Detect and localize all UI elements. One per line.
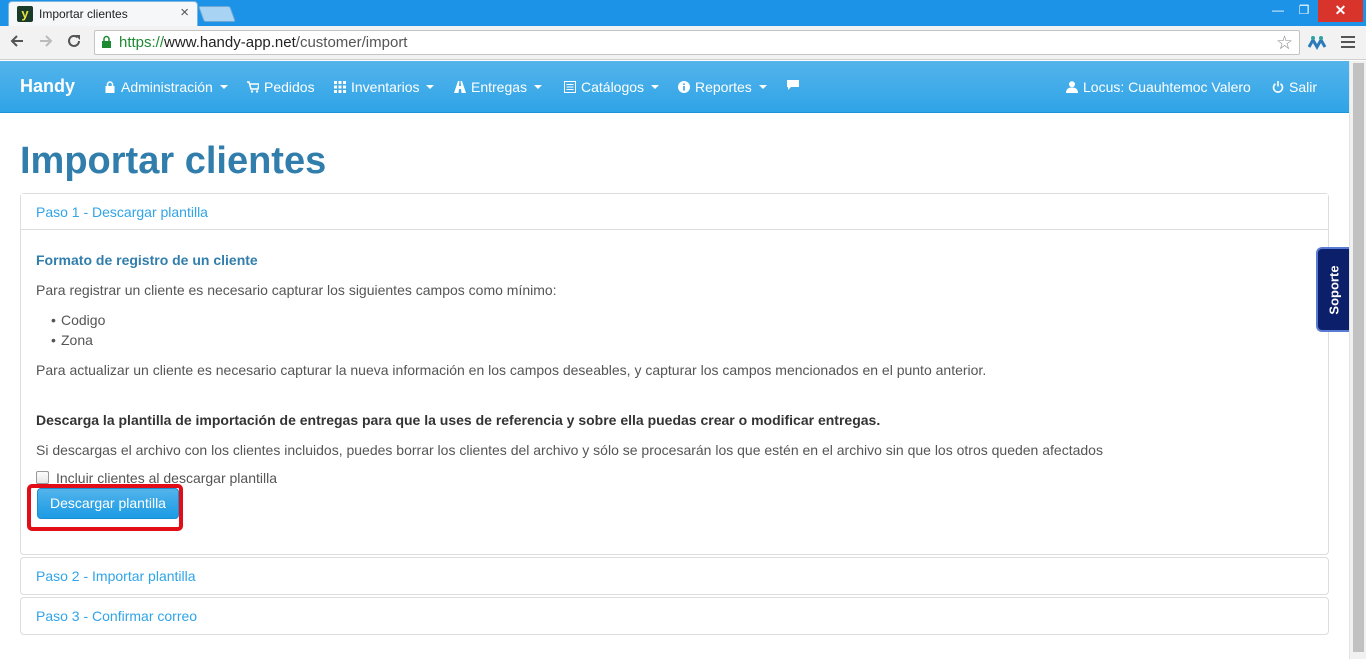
- nav-pedidos[interactable]: Pedidos: [247, 79, 315, 95]
- nav-messages[interactable]: [787, 79, 804, 91]
- tab-title: Importar clientes: [39, 7, 128, 21]
- nav-user[interactable]: Locus: Cuauhtemoc Valero: [1066, 79, 1251, 95]
- window-minimize-button[interactable]: —: [1266, 0, 1290, 22]
- scrollbar-thumb[interactable]: [1353, 63, 1364, 652]
- vertical-scrollbar[interactable]: [1349, 61, 1366, 659]
- nav-logout-label: Salir: [1289, 79, 1318, 95]
- page-viewport: Handy Administración Pedidos Inventarios…: [0, 61, 1349, 659]
- delete-note: Si descargas el archivo con los clientes…: [36, 442, 1103, 458]
- nav-inventarios-label: Inventarios: [351, 79, 420, 95]
- browser-menu-icon[interactable]: [1340, 33, 1356, 51]
- nav-entregas[interactable]: Entregas: [454, 79, 543, 95]
- nav-reportes[interactable]: Reportes: [678, 79, 767, 95]
- back-arrow-icon[interactable]: [7, 32, 27, 52]
- page-title: Importar clientes: [20, 140, 327, 182]
- list-icon: [564, 81, 576, 93]
- update-note: Para actualizar un cliente es necesario …: [36, 362, 987, 378]
- nav-logout[interactable]: Salir: [1272, 79, 1317, 95]
- window-maximize-button[interactable]: ❐: [1292, 0, 1316, 22]
- list-item: Codigo: [51, 312, 105, 328]
- include-clients-checkbox[interactable]: [36, 471, 49, 484]
- intro-text: Para registrar un cliente es necesario c…: [36, 282, 557, 298]
- brand-logo[interactable]: Handy: [20, 76, 75, 97]
- extension-icon[interactable]: [1307, 33, 1329, 53]
- comment-icon: [787, 80, 799, 90]
- chevron-down-icon: [426, 85, 435, 89]
- road-icon: [454, 81, 466, 93]
- bookmark-star-icon[interactable]: ☆: [1276, 32, 1293, 55]
- step1-panel: Paso 1 - Descargar plantilla Formato de …: [20, 193, 1329, 555]
- top-navbar: Handy Administración Pedidos Inventarios…: [0, 61, 1349, 113]
- power-icon: [1272, 81, 1284, 93]
- url-host: www.handy-app.net: [164, 34, 296, 51]
- window-close-button[interactable]: ✕: [1318, 0, 1363, 22]
- nav-inventarios[interactable]: Inventarios: [334, 79, 435, 95]
- support-tab-label: Soporte: [1326, 264, 1341, 315]
- chevron-down-icon: [534, 85, 543, 89]
- user-icon: [1066, 81, 1078, 93]
- step2-header[interactable]: Paso 2 - Importar plantilla: [21, 558, 1328, 594]
- list-item: Zona: [51, 332, 93, 348]
- nav-catalogos[interactable]: Catálogos: [564, 79, 660, 95]
- nav-administracion-label: Administración: [121, 79, 213, 95]
- nav-entregas-label: Entregas: [471, 79, 528, 95]
- nav-administracion[interactable]: Administración: [104, 79, 228, 95]
- browser-toolbar: https://www.handy-app.net/customer/impor…: [0, 26, 1366, 60]
- nav-pedidos-label: Pedidos: [264, 79, 315, 95]
- nav-user-label: Locus: Cuauhtemoc Valero: [1083, 79, 1251, 95]
- step3-header[interactable]: Paso 3 - Confirmar correo: [21, 598, 1328, 634]
- chevron-down-icon: [758, 85, 767, 89]
- download-note: Descarga la plantilla de importación de …: [36, 412, 881, 428]
- url-path: /customer/import: [295, 34, 408, 51]
- address-bar[interactable]: https://www.handy-app.net/customer/impor…: [94, 30, 1300, 55]
- cart-icon: [247, 81, 259, 93]
- secure-lock-icon: [102, 35, 111, 48]
- support-tab[interactable]: Soporte: [1316, 247, 1349, 332]
- tab-close-icon[interactable]: ×: [180, 5, 189, 21]
- browser-tab[interactable]: y Importar clientes ×: [8, 1, 198, 26]
- download-template-button[interactable]: Descargar plantilla: [37, 488, 179, 519]
- nav-catalogos-label: Catálogos: [581, 79, 645, 95]
- forward-arrow-icon[interactable]: [36, 32, 56, 52]
- info-icon: [678, 81, 690, 93]
- grid-icon: [334, 81, 346, 93]
- url-scheme: https://: [119, 34, 165, 51]
- format-heading: Formato de registro de un cliente: [36, 252, 258, 268]
- favicon-icon: y: [17, 6, 33, 22]
- step3-panel: Paso 3 - Confirmar correo: [20, 597, 1329, 635]
- new-tab-button[interactable]: [198, 6, 236, 22]
- nav-reportes-label: Reportes: [695, 79, 752, 95]
- step1-header[interactable]: Paso 1 - Descargar plantilla: [21, 194, 1328, 230]
- step2-panel: Paso 2 - Importar plantilla: [20, 557, 1329, 595]
- lock-icon: [105, 81, 115, 93]
- url-text: https://www.handy-app.net/customer/impor…: [119, 34, 407, 51]
- chevron-down-icon: [651, 85, 660, 89]
- chevron-down-icon: [219, 85, 228, 89]
- reload-icon[interactable]: [64, 32, 84, 52]
- browser-titlebar: y Importar clientes × — ❐ ✕: [0, 0, 1366, 26]
